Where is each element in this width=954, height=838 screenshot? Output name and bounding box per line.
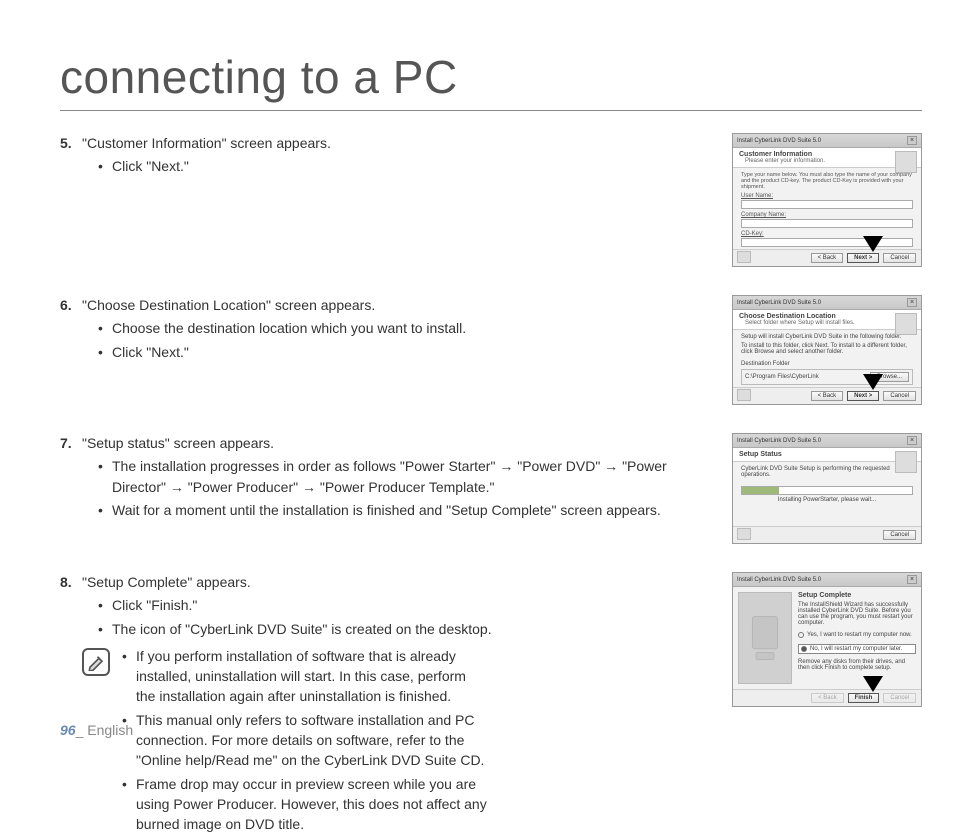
step-6-number: 6. [60,295,82,365]
back-button[interactable]: < Back [811,391,844,401]
shot5-cdkey-label: CD-Key: [741,231,913,237]
back-button[interactable]: < Back [811,253,844,263]
pointer-arrow-icon [863,676,883,692]
note-1: If you perform installation of software … [122,646,488,707]
next-button[interactable]: Next > [847,391,879,401]
page-footer: 96_ English [60,722,133,738]
screenshot-customer-info: Install CyberLink DVD Suite 5.0 × Custome… [732,133,922,267]
close-icon: × [907,136,917,145]
installer-title: Install CyberLink DVD Suite 5.0 [737,300,821,306]
installer-logo-icon [895,151,917,173]
step-6: 6. "Choose Destination Location" screen … [60,295,718,365]
step-6-bullet-1: Choose the destination location which yo… [98,318,718,338]
shot7-l1: CyberLink DVD Suite Setup is performing … [741,466,913,478]
step-8-bullet-2: The icon of "CyberLink DVD Suite" is cre… [98,619,718,639]
installer-logo-icon [895,313,917,335]
shot6-dest-label: Destination Folder [741,361,913,367]
step-8: 8. "Setup Complete" appears. Click "Fini… [60,572,718,642]
screenshot-setup-status: Install CyberLink DVD Suite 5.0 × Setup S… [732,433,922,544]
shot6-h2: Select folder where Setup will install f… [739,320,915,326]
next-button[interactable]: Next > [847,253,879,263]
shot8-title: Setup Complete [798,592,916,599]
step-6-bullet-2: Click "Next." [98,342,718,362]
finish-button[interactable]: Finish [848,693,880,703]
pointer-arrow-icon [863,236,883,252]
page-title: connecting to a PC [60,50,922,111]
shot6-l2: To install to this folder, click Next. T… [741,343,913,355]
shot8-l1: The InstallShield Wizard has successfull… [798,602,916,626]
shot7-h1: Setup Status [739,451,915,458]
radio-restart-now[interactable]: Yes, I want to restart my computer now. [798,632,916,638]
shot5-company-label: Company Name: [741,212,913,218]
setup-complete-art-icon [738,592,792,684]
progress-bar [741,486,913,495]
step-5-bullet-1: Click "Next." [98,156,718,176]
shot5-desc: Type your name below. You must also type… [741,172,913,190]
step-5-head: "Customer Information" screen appears. [82,133,718,153]
step-6-head: "Choose Destination Location" screen app… [82,295,718,315]
cancel-button[interactable]: Cancel [883,530,916,540]
shot5-username-input[interactable] [741,200,913,209]
installer-title: Install CyberLink DVD Suite 5.0 [737,438,821,444]
step-8-head: "Setup Complete" appears. [82,572,718,592]
installer-logo-icon [895,451,917,473]
step-8-bullet-1: Click "Finish." [98,595,718,615]
shot6-dest-path: C:\Program Files\CyberLink [745,374,819,380]
shot5-cdkey-input[interactable] [741,238,913,247]
shot5-username-label: User Name: [741,193,913,199]
page-language: _ English [76,722,134,738]
cancel-button[interactable]: Cancel [883,253,916,263]
close-icon: × [907,436,917,445]
step-8-number: 8. [60,572,82,642]
shot6-h1: Choose Destination Location [739,313,915,320]
step-7-number: 7. [60,433,82,523]
note-2: This manual only refers to software inst… [122,710,488,771]
radio-restart-later-label: No, I will restart my computer later. [810,646,902,652]
shot7-l2: Installing PowerStarter, please wait... [741,497,913,503]
step-7-head: "Setup status" screen appears. [82,433,718,453]
radio-restart-later[interactable]: No, I will restart my computer later. [798,644,916,654]
page-number: 96 [60,722,76,738]
shot5-h2: Please enter your information. [739,158,915,164]
radio-restart-now-label: Yes, I want to restart my computer now. [807,632,912,638]
shot6-l1: Setup will install CyberLink DVD Suite i… [741,334,913,340]
shot8-l2: Remove any disks from their drives, and … [798,659,916,671]
cancel-button[interactable]: Cancel [883,391,916,401]
shot5-h1: Customer Information [739,151,915,158]
note-icon [82,648,110,676]
installer-brand-icon [737,528,751,540]
screenshot-destination: Install CyberLink DVD Suite 5.0 × Choose … [732,295,922,405]
pointer-arrow-icon [863,374,883,390]
shot5-company-input[interactable] [741,219,913,228]
back-button: < Back [811,693,844,703]
note-3: Frame drop may occur in preview screen w… [122,774,488,835]
step-5: 5. "Customer Information" screen appears… [60,133,718,180]
installer-title: Install CyberLink DVD Suite 5.0 [737,138,821,144]
installer-brand-icon [737,389,751,401]
installer-brand-icon [737,251,751,263]
close-icon: × [907,298,917,307]
step-7-bullet-2: Wait for a moment until the installation… [98,500,718,520]
close-icon: × [907,575,917,584]
installer-title: Install CyberLink DVD Suite 5.0 [737,577,821,583]
step-7: 7. "Setup status" screen appears. The in… [60,433,718,523]
cancel-button: Cancel [883,693,916,703]
step-5-number: 5. [60,133,82,180]
screenshot-setup-complete: Install CyberLink DVD Suite 5.0 × Setup C… [732,572,922,707]
step-7-bullet-1: The installation progresses in order as … [98,456,718,497]
